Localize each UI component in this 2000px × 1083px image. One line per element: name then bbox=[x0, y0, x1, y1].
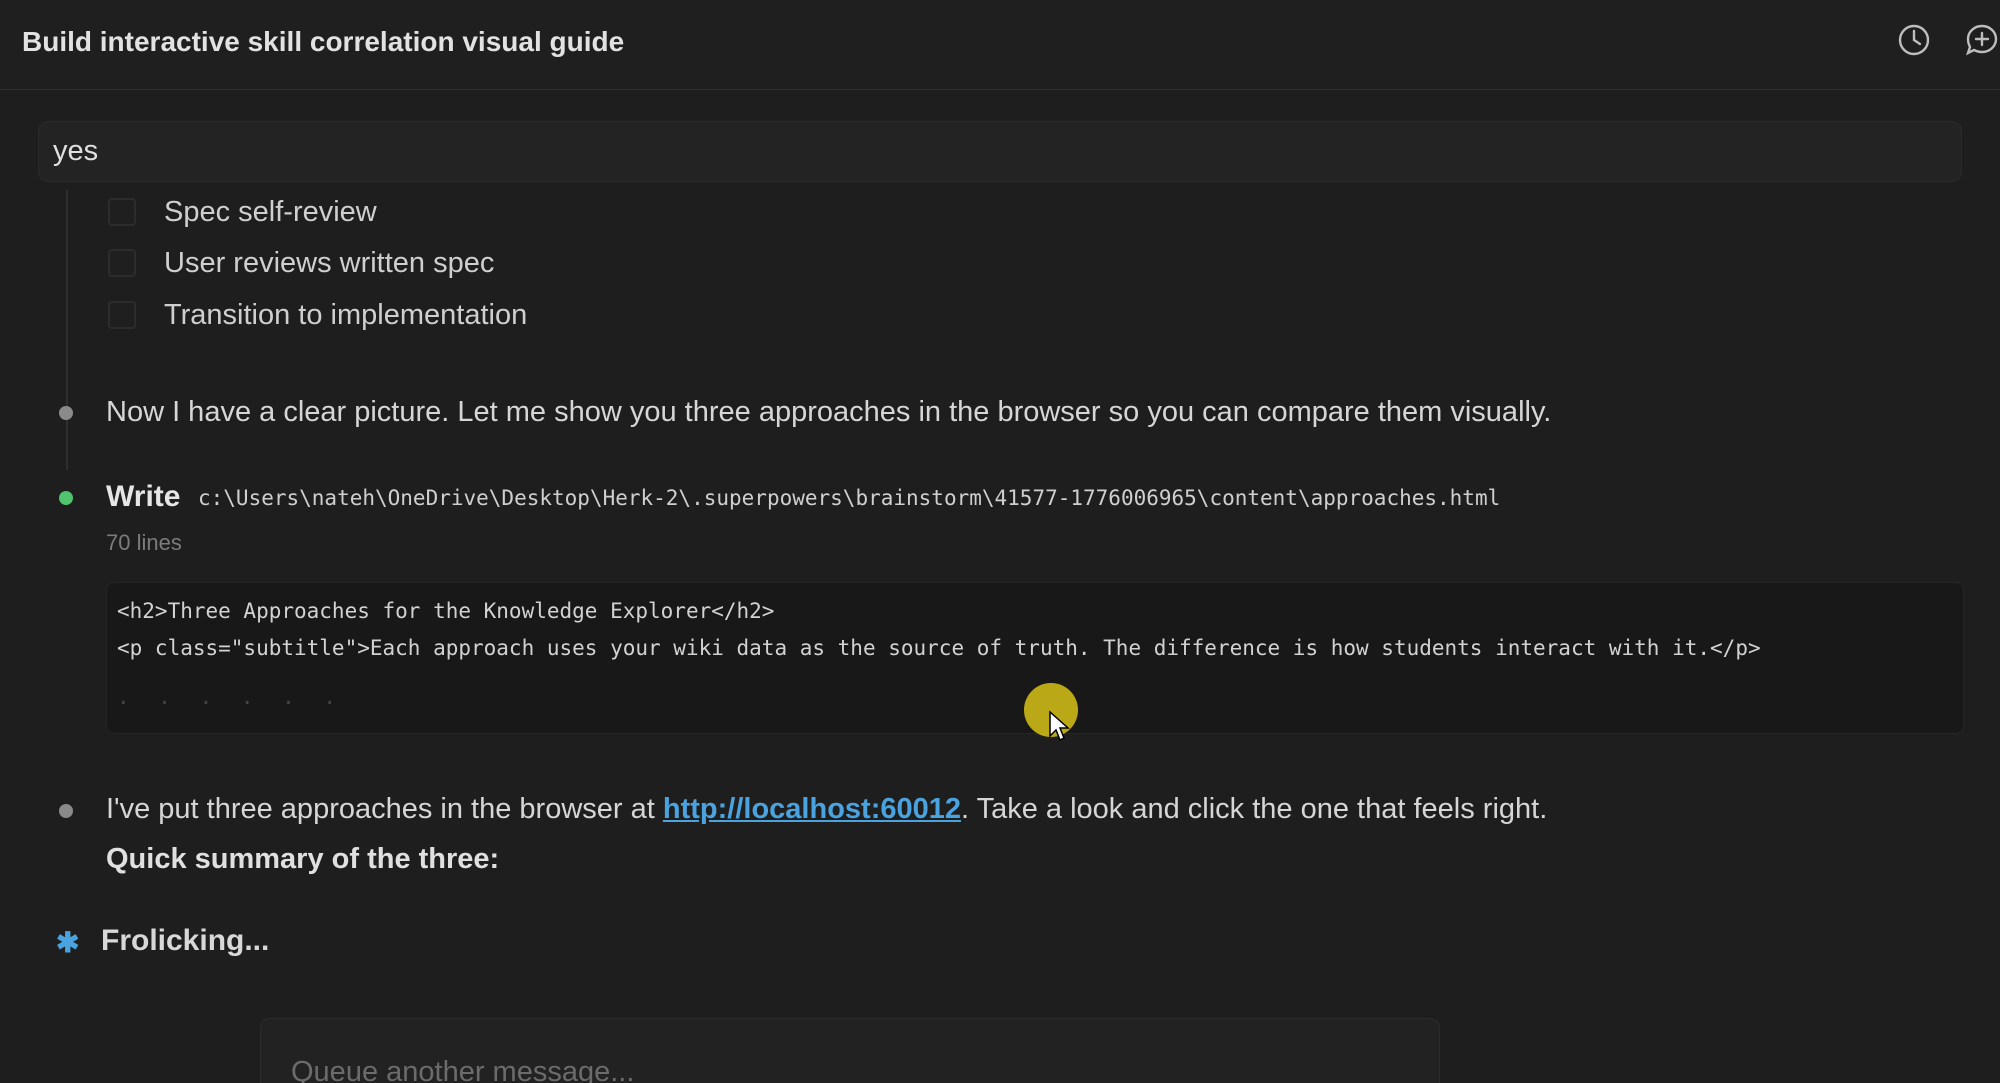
code-fade-indicator: · · · · · · bbox=[117, 691, 345, 715]
result-text-after: . Take a look and click the one that fee… bbox=[961, 793, 1548, 825]
checklist-label: Transition to implementation bbox=[164, 298, 528, 331]
checkbox[interactable] bbox=[108, 301, 136, 329]
history-icon[interactable] bbox=[1896, 22, 1932, 58]
summary-heading: Quick summary of the three: bbox=[106, 843, 500, 875]
tool-bullet bbox=[59, 491, 73, 505]
checklist-item: Spec self-review bbox=[108, 192, 377, 232]
message-bullet bbox=[59, 804, 73, 818]
header-bar: Build interactive skill correlation visu… bbox=[0, 0, 2000, 90]
conversation-title: Build interactive skill correlation visu… bbox=[22, 26, 625, 57]
timeline-line bbox=[66, 190, 68, 470]
chat-panel: Build interactive skill correlation visu… bbox=[0, 0, 2000, 1083]
user-message-text: yes bbox=[53, 135, 99, 167]
checklist-label: User reviews written spec bbox=[164, 246, 495, 279]
checkbox[interactable] bbox=[108, 198, 136, 226]
localhost-link[interactable]: http://localhost:60012 bbox=[663, 793, 961, 825]
code-line: <p class="subtitle">Each approach uses y… bbox=[117, 636, 1761, 660]
tool-file-path[interactable]: c:\Users\nateh\OneDrive\Desktop\Herk-2\.… bbox=[198, 486, 1500, 510]
result-text-before: I've put three approaches in the browser… bbox=[106, 793, 663, 825]
mouse-cursor-icon bbox=[1049, 710, 1070, 742]
new-chat-icon[interactable] bbox=[1964, 22, 2000, 58]
assistant-message-intro: Now I have a clear picture. Let me show … bbox=[106, 396, 1552, 428]
message-bullet bbox=[59, 406, 73, 420]
checklist-label: Spec self-review bbox=[164, 195, 377, 228]
checklist-item: Transition to implementation bbox=[108, 295, 527, 335]
spinner-star-icon: ✱ bbox=[56, 927, 80, 958]
assistant-message-result: I've put three approaches in the browser… bbox=[106, 793, 1547, 826]
checkbox[interactable] bbox=[108, 249, 136, 277]
queue-message-input[interactable] bbox=[260, 1018, 1440, 1083]
checklist-item: User reviews written spec bbox=[108, 243, 494, 283]
user-message: yes bbox=[38, 121, 1962, 182]
tool-line-count: 70 lines bbox=[106, 530, 182, 555]
tool-name: Write bbox=[106, 480, 181, 513]
status-text: Frolicking... bbox=[101, 924, 270, 957]
code-line: <h2>Three Approaches for the Knowledge E… bbox=[117, 599, 775, 623]
